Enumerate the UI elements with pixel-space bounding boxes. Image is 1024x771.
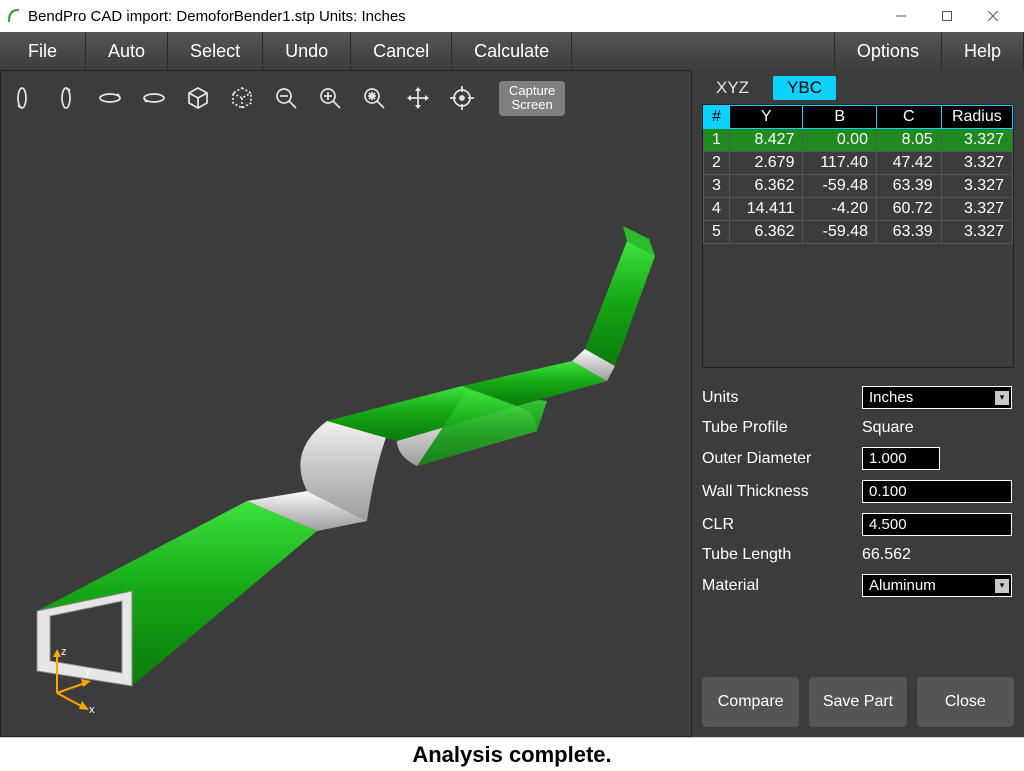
- svg-text:y: y: [85, 666, 91, 678]
- bend-data-table[interactable]: # Y B C Radius 18.4270.008.053.32722.679…: [702, 104, 1014, 368]
- outer-diameter-label: Outer Diameter: [702, 450, 862, 468]
- clr-label: CLR: [702, 516, 862, 534]
- tube-length-label: Tube Length: [702, 546, 862, 564]
- rotate-z-ccw-icon[interactable]: [97, 85, 123, 111]
- col-radius[interactable]: Radius: [941, 106, 1012, 129]
- chevron-down-icon: ▾: [995, 579, 1009, 593]
- axis-indicator: z y x: [27, 643, 97, 718]
- zoom-out-icon[interactable]: [273, 85, 299, 111]
- compare-button[interactable]: Compare: [702, 677, 799, 727]
- status-bar: Analysis complete.: [0, 737, 1024, 771]
- tube-profile-label: Tube Profile: [702, 419, 862, 437]
- table-row[interactable]: 22.679117.4047.423.327: [704, 152, 1013, 175]
- outer-diameter-input[interactable]: 1.000: [862, 447, 940, 470]
- menu-file[interactable]: File: [0, 32, 86, 70]
- svg-text:z: z: [61, 646, 67, 658]
- app-icon: [8, 8, 22, 25]
- pan-icon[interactable]: [405, 85, 431, 111]
- wall-thickness-label: Wall Thickness: [702, 483, 862, 501]
- viewport-toolbar: Capture Screen: [9, 81, 565, 116]
- units-select[interactable]: Inches ▾: [862, 386, 1012, 409]
- units-label: Units: [702, 389, 862, 407]
- table-row[interactable]: 36.362-59.4863.393.327: [704, 175, 1013, 198]
- target-icon[interactable]: [449, 85, 475, 111]
- status-text: Analysis complete.: [412, 742, 611, 768]
- viewport-3d[interactable]: Capture Screen: [0, 70, 692, 737]
- cube-solid-icon[interactable]: [185, 85, 211, 111]
- material-select[interactable]: Aluminum ▾: [862, 574, 1012, 597]
- menu-help[interactable]: Help: [942, 32, 1024, 70]
- close-window-button[interactable]: [970, 0, 1016, 32]
- menu-auto[interactable]: Auto: [86, 32, 168, 70]
- titlebar: BendPro CAD import: DemoforBender1.stp U…: [0, 0, 1024, 32]
- tube-length-value: 66.562: [862, 546, 1014, 564]
- chevron-down-icon: ▾: [995, 391, 1009, 405]
- menubar: File Auto Select Undo Cancel Calculate O…: [0, 32, 1024, 70]
- tube-profile-value: Square: [862, 419, 1014, 437]
- capture-label-2: Screen: [509, 98, 555, 112]
- tab-ybc[interactable]: YBC: [773, 76, 836, 100]
- minimize-button[interactable]: [878, 0, 924, 32]
- table-row[interactable]: 18.4270.008.053.327: [704, 129, 1013, 152]
- wall-thickness-input[interactable]: 0.100: [862, 480, 1012, 503]
- zoom-fit-icon[interactable]: [361, 85, 387, 111]
- rotate-x-icon[interactable]: [9, 85, 35, 111]
- window-title: BendPro CAD import: DemoforBender1.stp U…: [28, 8, 406, 25]
- tube-rendering: [17, 191, 657, 711]
- menu-undo[interactable]: Undo: [263, 32, 351, 70]
- material-value: Aluminum: [869, 577, 936, 594]
- rotate-y-icon[interactable]: [53, 85, 79, 111]
- clr-input[interactable]: 4.500: [862, 513, 1012, 536]
- menu-select[interactable]: Select: [168, 32, 263, 70]
- svg-text:x: x: [89, 704, 95, 716]
- rotate-z-cw-icon[interactable]: [141, 85, 167, 111]
- capture-label-1: Capture: [509, 84, 555, 98]
- material-label: Material: [702, 577, 862, 595]
- col-c[interactable]: C: [876, 106, 941, 129]
- zoom-in-icon[interactable]: [317, 85, 343, 111]
- save-part-button[interactable]: Save Part: [809, 677, 906, 727]
- capture-screen-button[interactable]: Capture Screen: [499, 81, 565, 116]
- table-row[interactable]: 56.362-59.4863.393.327: [704, 221, 1013, 244]
- table-row[interactable]: 414.411-4.2060.723.327: [704, 198, 1013, 221]
- col-b[interactable]: B: [803, 106, 876, 129]
- menu-options[interactable]: Options: [835, 32, 942, 70]
- tab-xyz[interactable]: XYZ: [702, 76, 763, 100]
- menu-calculate[interactable]: Calculate: [452, 32, 572, 70]
- col-y[interactable]: Y: [730, 106, 803, 129]
- cube-wire-icon[interactable]: [229, 85, 255, 111]
- close-button[interactable]: Close: [917, 677, 1014, 727]
- units-value: Inches: [869, 389, 913, 406]
- menu-cancel[interactable]: Cancel: [351, 32, 452, 70]
- side-panel: XYZ YBC # Y B C Radius 18.4270.008.053.3…: [692, 70, 1024, 737]
- col-index[interactable]: #: [704, 106, 730, 129]
- maximize-button[interactable]: [924, 0, 970, 32]
